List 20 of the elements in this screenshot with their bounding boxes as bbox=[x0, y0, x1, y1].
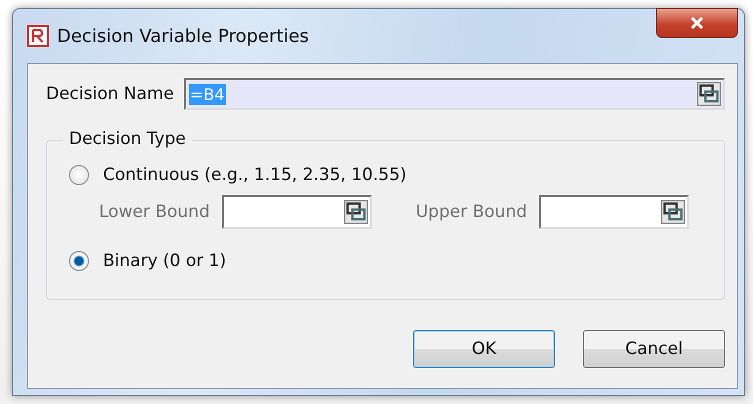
radio-button[interactable] bbox=[69, 251, 89, 271]
bound-field[interactable] bbox=[539, 195, 690, 229]
dialog-button[interactable]: OK bbox=[413, 330, 555, 368]
field-label: Decision Name bbox=[46, 84, 174, 104]
radio-label: Continuous (e.g., 1.15, 2.35, 10.55) bbox=[103, 165, 407, 185]
radio-label: Binary (0 or 1) bbox=[103, 251, 226, 271]
radio-button[interactable] bbox=[69, 165, 89, 185]
app-logo-icon bbox=[27, 25, 49, 47]
dialog-button[interactable]: Cancel bbox=[583, 330, 725, 368]
range-select-icon[interactable] bbox=[344, 200, 368, 224]
group-title: Decision Type bbox=[63, 129, 192, 149]
bound-field[interactable] bbox=[222, 195, 372, 229]
range-select-icon[interactable] bbox=[661, 200, 686, 224]
field-value: =B4 bbox=[188, 84, 226, 104]
bound-label: Upper Bound bbox=[416, 202, 528, 222]
range-select-icon[interactable] bbox=[697, 82, 721, 106]
bound-label: Lower Bound bbox=[99, 202, 210, 222]
window-title: Decision Variable Properties bbox=[57, 26, 309, 46]
close-icon bbox=[690, 17, 704, 29]
close-button[interactable] bbox=[656, 8, 738, 38]
